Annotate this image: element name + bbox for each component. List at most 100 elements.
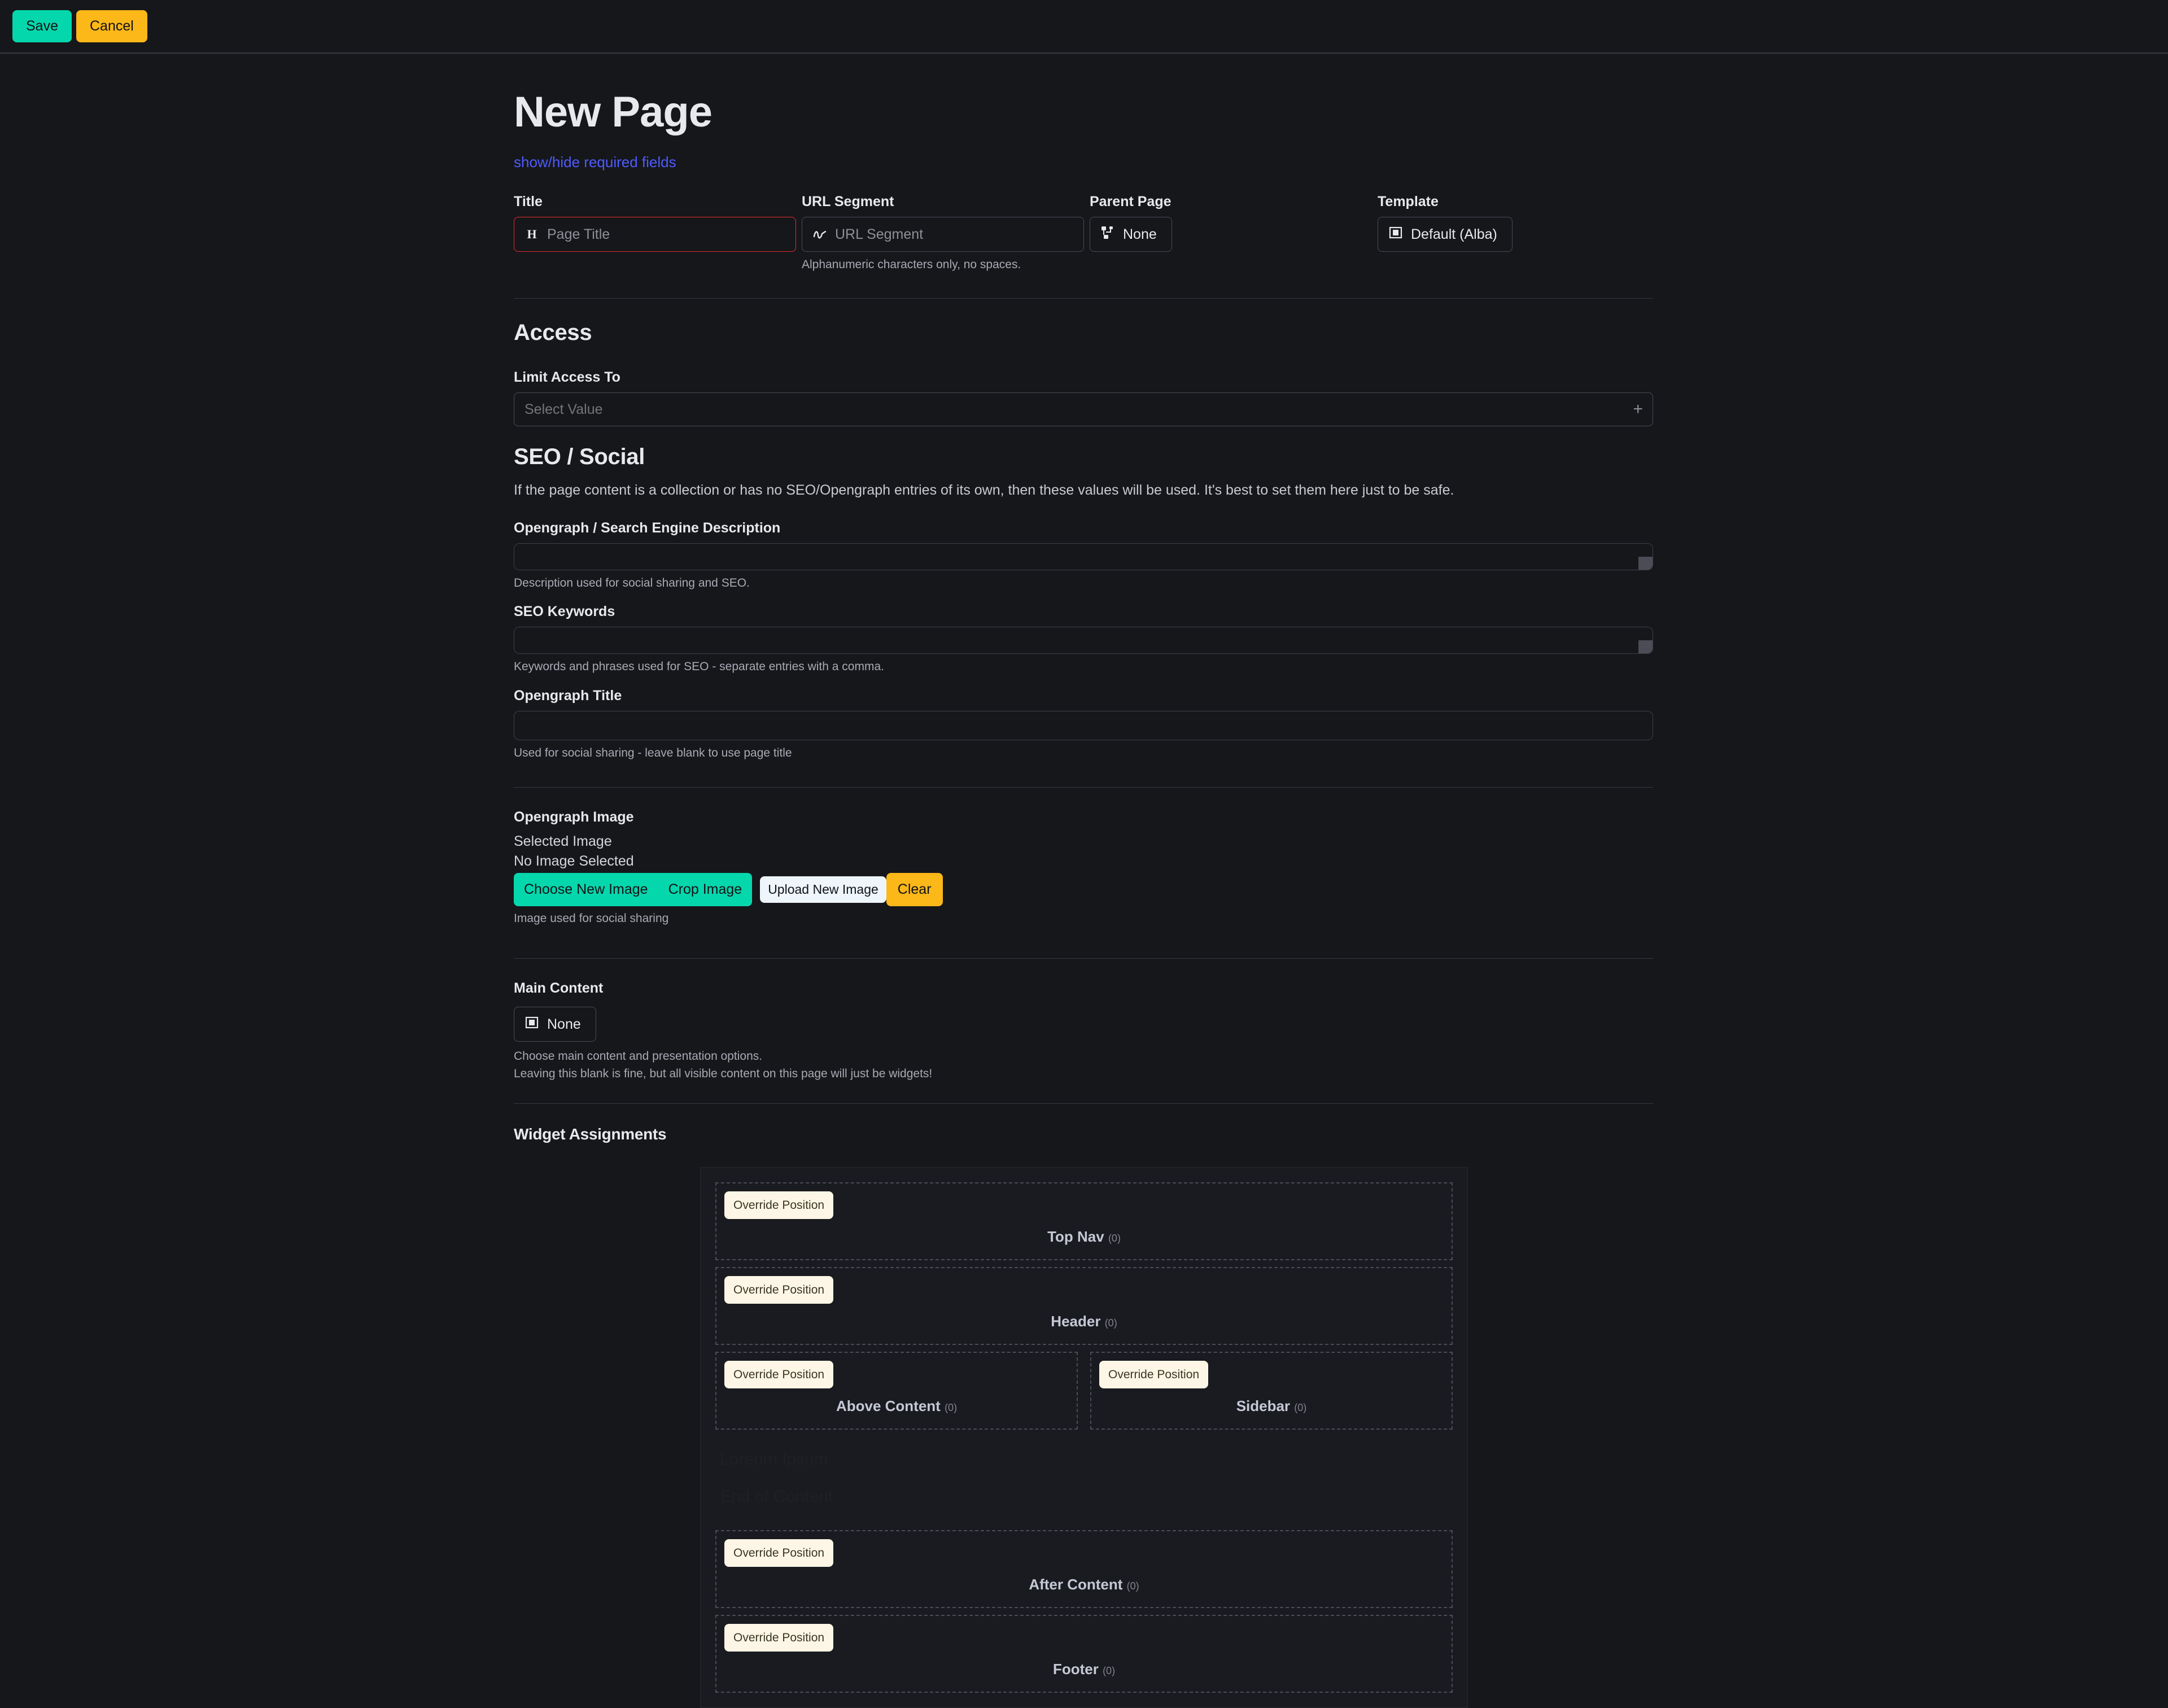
og-image-field-group: Opengraph Image Selected Image No Image … — [514, 809, 1653, 927]
main-content-value: None — [547, 1016, 581, 1033]
widget-slot-name: After Content — [1029, 1576, 1122, 1593]
og-description-help: Description used for social sharing and … — [514, 575, 1653, 591]
og-image-help: Image used for social sharing — [514, 911, 1653, 927]
widget-slot-header[interactable]: Override Position Header (0) — [715, 1267, 1453, 1345]
widget-slot-count: (0) — [1105, 1317, 1117, 1329]
widget-slot-above-content[interactable]: Override Position Above Content (0) — [715, 1352, 1078, 1430]
page-title: New Page — [514, 88, 1653, 137]
override-position-button[interactable]: Override Position — [1099, 1361, 1208, 1388]
show-hide-required-fields-link[interactable]: show/hide required fields — [514, 154, 676, 171]
og-title-help: Used for social sharing - leave blank to… — [514, 745, 1653, 761]
placeholder-end-of-content: End of Content — [720, 1487, 1448, 1506]
primary-fields-row: Title H URL Segment Alphanumeric charact… — [514, 194, 1653, 261]
main-content-help-line-1: Choose main content and presentation opt… — [514, 1049, 1653, 1064]
og-description-textarea-wrapper[interactable] — [514, 543, 1653, 570]
override-position-button[interactable]: Override Position — [724, 1361, 833, 1388]
og-description-field-group: Opengraph / Search Engine Description De… — [514, 520, 1653, 591]
template-selector[interactable]: Default (Alba) — [1378, 217, 1513, 252]
widget-assignments-heading: Widget Assignments — [514, 1125, 1653, 1143]
override-position-button[interactable]: Override Position — [724, 1539, 833, 1567]
limit-access-label: Limit Access To — [514, 369, 1653, 386]
form-content-column: New Page show/hide required fields Title… — [514, 54, 1653, 1708]
main-content-help-line-2: Leaving this blank is fine, but all visi… — [514, 1066, 1653, 1082]
limit-access-select[interactable] — [514, 392, 1653, 426]
override-position-button[interactable]: Override Position — [724, 1624, 833, 1652]
og-description-resize-handle[interactable] — [1638, 557, 1653, 570]
divider-before-og-image — [514, 787, 1653, 788]
template-value: Default (Alba) — [1411, 226, 1497, 243]
widget-slot-footer[interactable]: Override Position Footer (0) — [715, 1615, 1453, 1693]
og-image-label: Opengraph Image — [514, 809, 1653, 825]
divider-after-primary-fields — [514, 298, 1653, 299]
og-description-label: Opengraph / Search Engine Description — [514, 520, 1653, 536]
widget-slot-name: Top Nav — [1047, 1228, 1104, 1245]
template-label: Template — [1378, 194, 1654, 210]
divider-before-main-content — [514, 958, 1653, 959]
widget-slot-name: Header — [1051, 1313, 1100, 1330]
main-content-selector[interactable]: None — [514, 1007, 596, 1042]
heading-icon: H — [523, 226, 540, 243]
limit-access-field-group: Limit Access To + — [514, 369, 1653, 426]
main-content-field-group: Main Content None Choose main content an… — [514, 980, 1653, 1082]
parent-page-selector[interactable]: None — [1090, 217, 1172, 252]
main-content-label: Main Content — [514, 980, 1653, 997]
og-image-selected-label: Selected Image — [514, 833, 1653, 850]
widget-slot-name: Above Content — [836, 1397, 941, 1414]
crop-image-button[interactable]: Crop Image — [658, 873, 753, 906]
og-description-textarea[interactable] — [514, 543, 1653, 570]
widget-slot-count: (0) — [1108, 1233, 1121, 1244]
save-button[interactable]: Save — [12, 10, 72, 42]
widget-slot-title: Header (0) — [724, 1313, 1444, 1330]
widget-slot-count: (0) — [1103, 1665, 1115, 1676]
layout-icon — [524, 1016, 539, 1033]
og-title-field-group: Opengraph Title Used for social sharing … — [514, 688, 1653, 761]
action-button-group: Save Cancel — [12, 10, 147, 42]
og-title-input[interactable] — [514, 711, 1653, 740]
upload-new-image-button[interactable]: Upload New Image — [760, 876, 886, 903]
title-input[interactable] — [547, 226, 786, 243]
access-heading: Access — [514, 320, 1653, 346]
seo-social-heading: SEO / Social — [514, 444, 1653, 470]
title-field-group: Title H — [514, 194, 796, 252]
seo-keywords-textarea[interactable] — [514, 627, 1653, 654]
cancel-button[interactable]: Cancel — [76, 10, 147, 42]
widget-slot-sidebar[interactable]: Override Position Sidebar (0) — [1090, 1352, 1453, 1430]
sitemap-icon — [1100, 225, 1115, 244]
title-input-wrapper[interactable]: H — [514, 217, 796, 252]
widget-slot-title: Top Nav (0) — [724, 1228, 1444, 1246]
layout-icon — [1388, 226, 1403, 243]
parent-page-label: Parent Page — [1090, 194, 1372, 210]
url-segment-input[interactable] — [835, 226, 1074, 243]
widget-slot-title: Above Content (0) — [724, 1397, 1069, 1415]
limit-access-select-wrapper[interactable]: + — [514, 392, 1653, 426]
squiggle-icon — [811, 226, 828, 243]
override-position-button[interactable]: Override Position — [724, 1276, 833, 1304]
url-segment-help: Alphanumeric characters only, no spaces. — [802, 257, 1084, 273]
title-label: Title — [514, 194, 796, 210]
widget-slot-count: (0) — [1294, 1402, 1306, 1413]
widget-slot-title: Footer (0) — [724, 1661, 1444, 1678]
choose-new-image-button[interactable]: Choose New Image — [514, 873, 658, 906]
plus-icon[interactable]: + — [1633, 401, 1643, 418]
og-image-selected-value: No Image Selected — [514, 853, 1653, 870]
widget-slot-top-nav[interactable]: Override Position Top Nav (0) — [715, 1182, 1453, 1260]
placeholder-loreum-ipsum: Loreum Ipsum — [720, 1450, 1448, 1469]
url-segment-label: URL Segment — [802, 194, 1084, 210]
seo-keywords-textarea-wrapper[interactable] — [514, 627, 1653, 654]
url-segment-input-wrapper[interactable] — [802, 217, 1084, 252]
og-title-label: Opengraph Title — [514, 688, 1653, 704]
clear-image-button[interactable]: Clear — [886, 873, 943, 906]
template-field-group: Template Default (Alba) — [1378, 194, 1654, 252]
top-action-bar: Save Cancel — [0, 0, 2168, 54]
placeholder-content-block: Loreum Ipsum End of Content — [715, 1430, 1453, 1530]
override-position-button[interactable]: Override Position — [724, 1191, 833, 1219]
url-segment-field-group: URL Segment Alphanumeric characters only… — [802, 194, 1084, 273]
widget-slot-after-content[interactable]: Override Position After Content (0) — [715, 1530, 1453, 1608]
divider-before-widgets — [514, 1103, 1653, 1104]
widget-slot-count: (0) — [1127, 1580, 1139, 1592]
widget-slot-name: Sidebar — [1236, 1397, 1290, 1414]
seo-keywords-resize-handle[interactable] — [1638, 640, 1653, 653]
seo-keywords-label: SEO Keywords — [514, 604, 1653, 620]
svg-text:H: H — [527, 228, 536, 241]
widget-slot-name: Footer — [1053, 1661, 1099, 1678]
